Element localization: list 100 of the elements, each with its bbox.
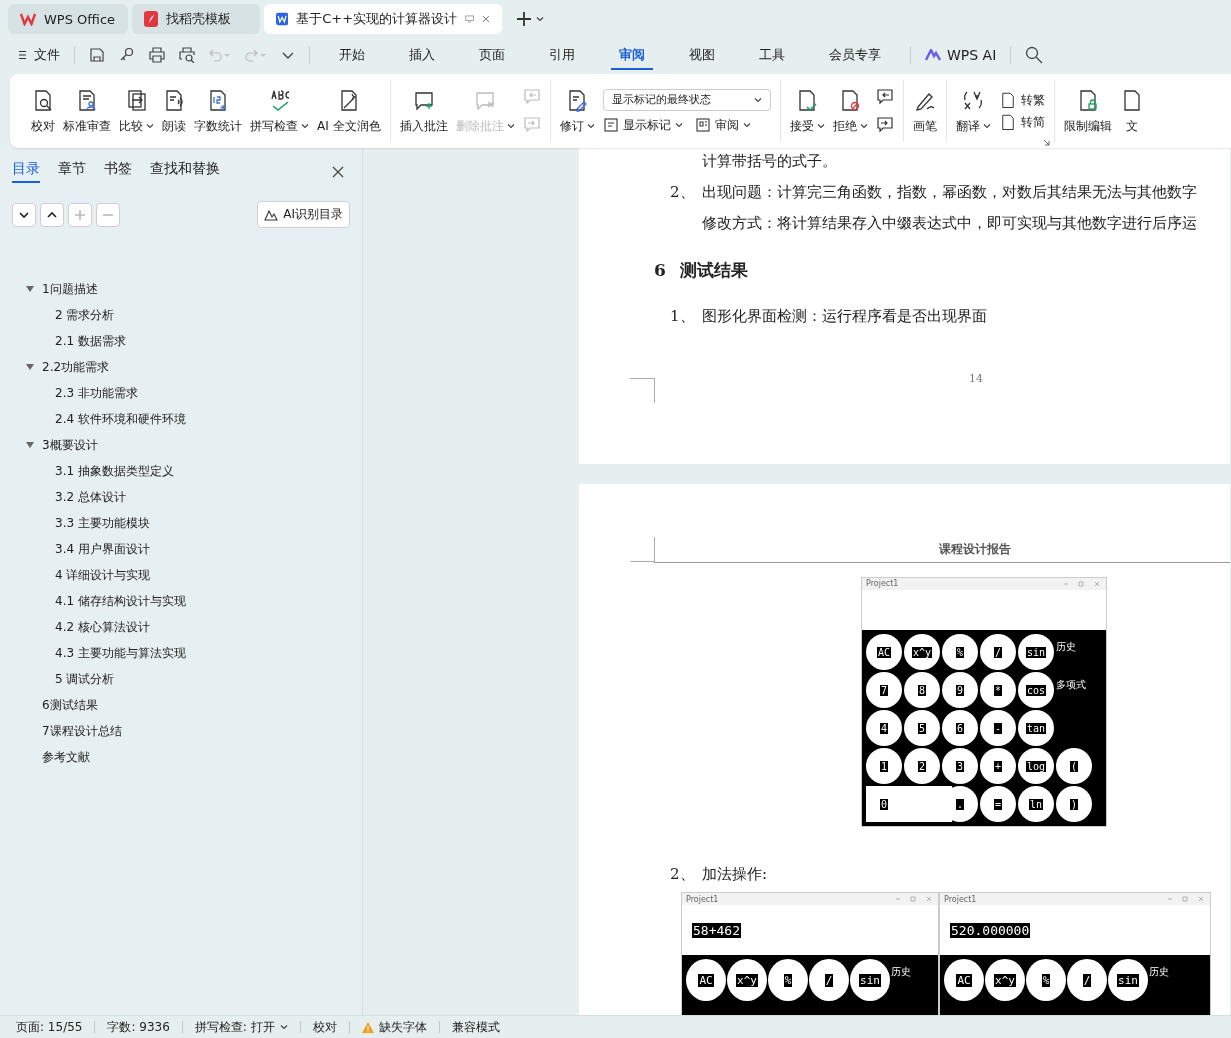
markup-select[interactable]: 显示标记的最终状态 (602, 88, 771, 111)
ribbon-button[interactable]: 限制编辑 (1059, 83, 1116, 139)
expand-triangle-icon[interactable] (26, 364, 34, 370)
expand-triangle-icon[interactable] (26, 442, 34, 448)
ribbon-button[interactable]: 审阅 (694, 116, 751, 134)
document-tab[interactable]: WPS Office (8, 4, 128, 34)
dialog-launcher-icon[interactable] (1042, 139, 1050, 146)
ribbon-button[interactable]: AI 全文润色 (313, 83, 385, 139)
outline-item[interactable]: 4.2 核心算法设计 (12, 614, 350, 640)
ribbon-button[interactable]: 拼写检查 (246, 83, 313, 139)
ribbon-button[interactable]: 标准审查 (59, 83, 115, 139)
status-text[interactable]: 页面: 15/55 (16, 1018, 83, 1036)
outline-item[interactable]: 2.2功能需求 (12, 354, 350, 380)
outline-item[interactable]: 3.4 用户界面设计 (12, 536, 350, 562)
calculator-key: 4 (866, 710, 902, 746)
expand-triangle-icon[interactable] (26, 286, 34, 292)
ribbon-button[interactable]: 朗读 (158, 83, 190, 139)
outline-item[interactable]: 3.2 总体设计 (12, 484, 350, 510)
collapse-button[interactable] (12, 202, 36, 227)
window-controls-icon (894, 896, 934, 902)
wps-ai-button[interactable]: WPS AI (925, 47, 997, 63)
status-text[interactable]: 字数: 9336 (107, 1018, 170, 1036)
ribbon-button[interactable]: 修订 (555, 83, 599, 139)
expand-button[interactable] (40, 202, 64, 227)
calculator-label: 历史 (1149, 965, 1170, 979)
save-icon[interactable] (89, 47, 105, 63)
ribbon-tab[interactable]: 引用 (541, 40, 583, 70)
new-tab-icon[interactable] (516, 11, 532, 27)
ribbon-button[interactable]: 转简 (998, 113, 1045, 131)
outline-item[interactable]: 2 需求分析 (12, 302, 350, 328)
pane-tab[interactable]: 书签 (104, 160, 132, 183)
outline-item[interactable]: 2.4 软件环境和硬件环境 (12, 406, 350, 432)
calculator-key: 9 (942, 672, 978, 708)
warning-icon (361, 1021, 374, 1033)
ribbon-tab[interactable]: 会员专享 (821, 40, 889, 70)
outline-item[interactable]: 4.3 主要功能与算法实现 (12, 640, 350, 666)
close-icon[interactable] (482, 14, 490, 24)
calculator-key: * (980, 672, 1016, 708)
outline-item[interactable]: 5 调试分析 (12, 666, 350, 692)
outline-item[interactable]: 4.1 储存结构设计与实现 (12, 588, 350, 614)
calculator-key: AC (686, 959, 726, 1001)
ribbon-button[interactable]: 校对 (27, 83, 59, 139)
outline-item[interactable]: 3.1 抽象数据类型定义 (12, 458, 350, 484)
ribbon-button[interactable]: 显示标记 (602, 116, 683, 134)
template-logo-icon (144, 11, 158, 27)
print-preview-icon[interactable] (179, 47, 195, 63)
ai-toc-button[interactable]: AI识别目录 (257, 201, 350, 228)
ribbon-tab[interactable]: 视图 (681, 40, 723, 70)
outline-item[interactable]: 3概要设计 (12, 432, 350, 458)
outline-item[interactable]: 参考文献 (12, 744, 350, 770)
search-icon[interactable] (1025, 46, 1044, 64)
ribbon-tab[interactable]: 审阅 (611, 40, 653, 70)
outline-item[interactable]: 1问题描述 (12, 276, 350, 302)
outline-item[interactable]: 2.1 数据需求 (12, 328, 350, 354)
ribbon-button[interactable]: 接受 (785, 83, 829, 139)
document-tab[interactable]: 基于C++实现的计算器设计 (264, 4, 502, 34)
ribbon-icon-button[interactable] (875, 88, 894, 106)
ribbon-button[interactable]: 字数统计 (190, 83, 246, 139)
ribbon-tab[interactable]: 工具 (751, 40, 793, 70)
outline-item[interactable]: 2.3 非功能需求 (12, 380, 350, 406)
ribbon-tab[interactable]: 插入 (401, 40, 443, 70)
outline-item[interactable]: 4 详细设计与实现 (12, 562, 350, 588)
status-text[interactable]: 兼容模式 (451, 1018, 500, 1036)
close-icon[interactable] (332, 165, 344, 178)
pane-tab[interactable]: 章节 (58, 160, 86, 183)
caret-icon (742, 122, 751, 128)
crop-mark (630, 537, 655, 562)
print-icon[interactable] (149, 47, 165, 63)
file-menu[interactable]: 文件 (18, 46, 60, 64)
calculator-key: 8 (904, 672, 940, 708)
review-pane-icon (694, 117, 711, 133)
ribbon-icon-button[interactable] (875, 116, 894, 134)
calculator-key: x^y (727, 959, 767, 1001)
ribbon-button[interactable]: 拒绝 (828, 83, 872, 139)
ribbon-button[interactable]: 翻译 (951, 83, 995, 139)
outline-item[interactable]: 7课程设计总结 (12, 718, 350, 744)
document-tab[interactable]: 找稻壳模板 (132, 4, 260, 34)
ribbon-button[interactable]: 比较 (115, 83, 158, 139)
calculator-key: x^y (985, 959, 1025, 1001)
pane-tab[interactable]: 目录 (12, 160, 40, 183)
caret-icon (859, 123, 868, 129)
ribbon-tab[interactable]: 开始 (331, 40, 373, 70)
key-icon[interactable] (119, 47, 135, 63)
ribbon-button[interactable]: 插入批注 (395, 83, 452, 139)
calculator-key: x^y (904, 634, 940, 670)
ribbon-tab[interactable]: 页面 (471, 40, 513, 70)
outline-item[interactable]: 6测试结果 (12, 692, 350, 718)
spell-check-status[interactable]: 拼写检查: 打开 (194, 1018, 288, 1036)
missing-font-status[interactable]: 缺失字体 (361, 1018, 427, 1036)
comment-right-arrow-icon (875, 116, 894, 134)
ribbon-button[interactable]: 转繁 (998, 91, 1045, 109)
page-header: 课程设计报告 (939, 541, 1011, 558)
comment-left-arrow-icon (875, 88, 894, 106)
pane-tab[interactable]: 查找和替换 (150, 160, 220, 183)
ribbon-button[interactable]: 画笔 (908, 83, 941, 139)
ribbon-button[interactable]: 文 (1115, 83, 1148, 139)
outline-item[interactable]: 3.3 主要功能模块 (12, 510, 350, 536)
status-text[interactable]: 校对 (312, 1018, 337, 1036)
list-number: 1、 (669, 307, 696, 326)
caret-icon (301, 123, 309, 129)
